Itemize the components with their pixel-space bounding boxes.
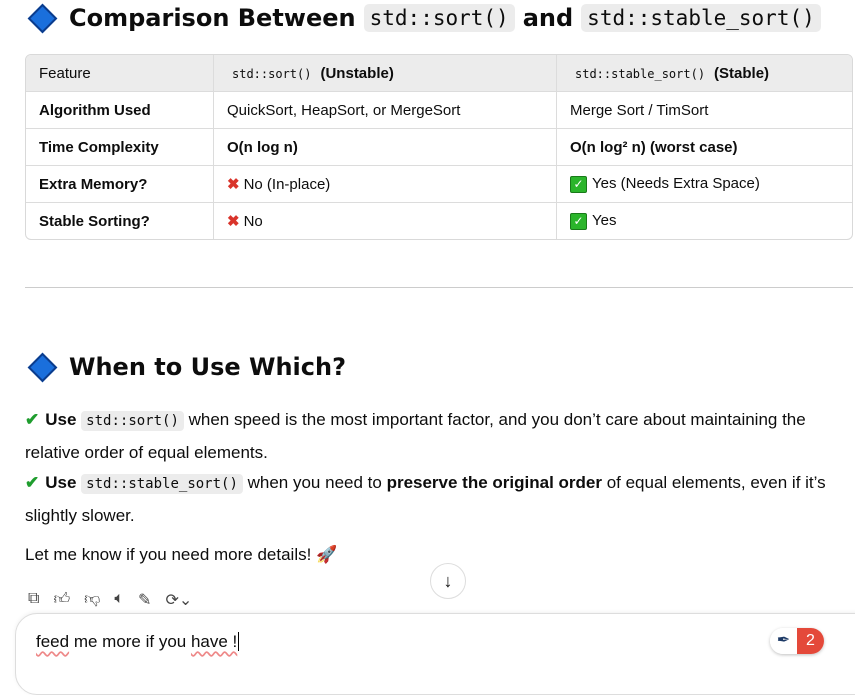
issue-count: 2: [797, 628, 824, 654]
use-label: Use: [45, 473, 77, 492]
blue-diamond-icon: [27, 352, 58, 382]
use-label: Use: [45, 410, 77, 429]
table-row: Extra Memory? ✖ No (In-place) ✓ Yes (Needs E…: [26, 166, 852, 203]
input-text[interactable]: feed me more if you have !: [36, 632, 240, 652]
divider: [25, 287, 853, 288]
cell: Algorithm Used: [26, 92, 214, 129]
bullet-stable-sort: ✔ Use std::stable_sort() when you need to…: [25, 467, 845, 531]
cell: ✖ No (In-place): [214, 166, 557, 203]
input-word: have !: [190, 632, 238, 651]
inline-code: std::stable_sort(): [570, 63, 711, 84]
message-input[interactable]: feed me more if you have ! ✒ 2: [15, 613, 855, 695]
header-label: (Stable): [714, 64, 770, 82]
cell: O(n log² n) (worst case): [557, 129, 852, 166]
scroll-down-button[interactable]: ↓: [430, 563, 466, 599]
inline-code: std::stable_sort(): [81, 474, 243, 494]
check-mark-icon: ✔: [25, 473, 40, 492]
grammar-badge[interactable]: ✒ 2: [770, 628, 824, 654]
cell: O(n log n): [214, 129, 557, 166]
heading-comparison: Comparison Between std::sort() and std::…: [27, 3, 821, 33]
cell: QuickSort, HeapSort, or MergeSort: [214, 92, 557, 129]
table-row: Stable Sorting? ✖ No ✓ Yes: [26, 203, 852, 239]
cell: ✓ Yes (Needs Extra Space): [557, 166, 852, 203]
check-box-icon: ✓: [570, 176, 587, 193]
cell: Time Complexity: [26, 129, 214, 166]
inline-code: std::stable_sort(): [581, 4, 821, 32]
cell: ✓ Yes: [557, 203, 852, 239]
heading-text: Comparison Between: [69, 4, 356, 32]
cell: Merge Sort / TimSort: [557, 92, 852, 129]
thumbs-up-icon[interactable]: 👍︎: [53, 590, 70, 610]
edit-icon[interactable]: ✎: [138, 590, 151, 610]
cell-text: Yes: [592, 212, 617, 229]
text-cursor: [238, 632, 240, 651]
header-label: (Unstable): [320, 64, 394, 82]
cell: Extra Memory?: [26, 166, 214, 203]
bullet-text: when you need to: [242, 473, 387, 492]
blue-diamond-icon: [27, 3, 58, 33]
table-header-row: Feature std::sort() (Unstable) std::stabl…: [26, 55, 852, 92]
message-actions: ⧉ 👍︎ 👎︎ 🔈︎ ✎ ⟳⌄: [28, 590, 192, 610]
closing-text: Let me know if you need more details! 🚀: [25, 545, 338, 564]
heading-text: When to Use Which?: [69, 353, 347, 381]
cross-mark-icon: ✖: [227, 213, 240, 230]
read-aloud-icon[interactable]: 🔈︎: [114, 590, 124, 610]
cell: Stable Sorting?: [26, 203, 214, 239]
header-feature: Feature: [26, 55, 214, 92]
bold-text: preserve the original order: [386, 473, 602, 492]
cell-text: No (In-place): [243, 176, 331, 193]
bullet-sort: ✔ Use std::sort() when speed is the most …: [25, 404, 845, 468]
input-word: me more if you: [69, 632, 191, 651]
inline-code: std::sort(): [81, 411, 184, 431]
inline-code: std::sort(): [363, 4, 515, 32]
heading-text: and: [522, 4, 574, 32]
check-box-icon: ✓: [570, 213, 587, 230]
thumbs-down-icon[interactable]: 👎︎: [84, 590, 100, 610]
table-row: Algorithm Used QuickSort, HeapSort, or Me…: [26, 92, 852, 129]
feather-icon: ✒: [770, 628, 797, 654]
input-word: feed: [36, 632, 70, 651]
table-row: Time Complexity O(n log n) O(n log² n) (wo…: [26, 129, 852, 166]
header-stable-sort: std::stable_sort() (Stable): [557, 55, 852, 92]
regenerate-icon[interactable]: ⟳⌄: [165, 590, 192, 610]
cell-text: No: [243, 213, 263, 230]
comparison-table: Feature std::sort() (Unstable) std::stabl…: [25, 54, 853, 240]
cross-mark-icon: ✖: [227, 176, 240, 193]
cell: ✖ No: [214, 203, 557, 239]
check-mark-icon: ✔: [25, 410, 40, 429]
heading-when-to-use: When to Use Which?: [27, 352, 347, 382]
copy-icon[interactable]: ⧉: [28, 590, 39, 610]
inline-code: std::sort(): [227, 63, 317, 84]
cell-text: Yes (Needs Extra Space): [592, 175, 760, 192]
header-sort: std::sort() (Unstable): [214, 55, 557, 92]
